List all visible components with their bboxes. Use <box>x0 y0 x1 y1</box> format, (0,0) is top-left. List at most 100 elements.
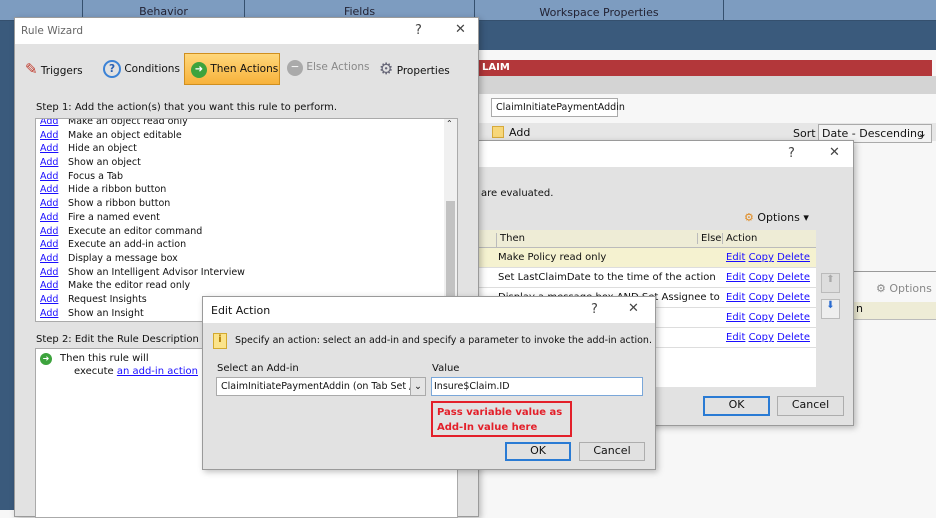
list-item: Add Make an object read only <box>40 119 245 130</box>
delete-link[interactable]: Delete <box>777 332 810 343</box>
table-header: Then Else Action <box>479 230 816 248</box>
sort-value: Date - Descending <box>822 127 925 140</box>
add-action-link[interactable]: Add <box>40 143 68 154</box>
action-label: Fire a named event <box>68 211 160 223</box>
col-action: Action <box>722 233 757 244</box>
gear-icon: ⚙ <box>744 211 754 224</box>
add-action-link[interactable]: Add <box>40 119 68 127</box>
copy-link[interactable]: Copy <box>749 332 774 343</box>
delete-link[interactable]: Delete <box>777 272 810 283</box>
add-icon <box>492 126 504 138</box>
action-label: Display a message box <box>68 252 178 264</box>
action-label: Request Insights <box>68 293 147 305</box>
list-item: Add Show an Intelligent Advisor Interview <box>40 267 245 281</box>
right-panel-line <box>853 271 936 272</box>
add-action-link[interactable]: Add <box>40 184 68 195</box>
copy-link[interactable]: Copy <box>749 312 774 323</box>
tab-triggers[interactable]: ✎ Triggers <box>25 60 83 78</box>
edit-action-titlebar: Edit Action ? ✕ <box>203 297 655 323</box>
tab-then-actions[interactable]: ➜ Then Actions <box>184 53 280 85</box>
add-action-link[interactable]: Add <box>40 212 68 223</box>
action-label: Make the editor read only <box>68 280 191 292</box>
options-button[interactable]: ⚙ Options ▾ <box>744 211 809 224</box>
tab-properties[interactable]: ⚙ Properties <box>379 59 450 78</box>
add-action-link[interactable]: Add <box>40 267 68 278</box>
add-button[interactable]: Add <box>509 126 530 139</box>
col-then: Then <box>496 233 525 248</box>
delete-link[interactable]: Delete <box>777 252 810 263</box>
claim-banner: LAIM <box>478 60 932 76</box>
dialog-title: Edit Action <box>211 304 271 317</box>
copy-link[interactable]: Copy <box>749 292 774 303</box>
close-button[interactable]: ✕ <box>455 22 466 37</box>
question-icon: ? <box>103 60 121 78</box>
row-then: Make Policy read only <box>498 252 607 263</box>
move-up-button[interactable]: ⬆ <box>821 273 840 293</box>
add-action-link[interactable]: Add <box>40 294 68 305</box>
list-item: Add Hide a ribbon button <box>40 184 245 198</box>
add-action-link[interactable]: Add <box>40 130 68 141</box>
edit-link[interactable]: Edit <box>726 272 745 283</box>
addin-name-field[interactable]: ClaimInitiatePaymentAddin <box>491 98 625 117</box>
list-item: Add Show a ribbon button <box>40 198 245 212</box>
add-action-link[interactable]: Add <box>40 171 68 182</box>
cancel-button[interactable]: Cancel <box>777 396 844 416</box>
help-button[interactable]: ? <box>415 23 422 38</box>
move-down-button[interactable]: ⬇ <box>821 299 840 319</box>
close-button[interactable]: ✕ <box>628 301 639 316</box>
list-item: Add Make the editor read only <box>40 280 245 294</box>
edit-link[interactable]: Edit <box>726 292 745 303</box>
list-item: Add Execute an editor command <box>40 226 245 240</box>
cancel-button[interactable]: Cancel <box>579 442 645 461</box>
add-action-link[interactable]: Add <box>40 253 68 264</box>
list-item: Add Make an object editable <box>40 130 245 144</box>
rules-note: are evaluated. <box>481 188 554 199</box>
value-input[interactable]: Insure$Claim.ID <box>431 377 643 396</box>
triggers-icon: ✎ <box>25 60 38 78</box>
desc-line1: Then this rule will <box>60 353 149 364</box>
tab-workspace-properties[interactable]: Workspace Properties <box>474 0 724 20</box>
delete-link[interactable]: Delete <box>777 292 810 303</box>
tab-conditions[interactable]: ? Conditions <box>103 60 180 78</box>
table-row[interactable]: Make Policy read only Edit Copy Delete <box>479 248 816 268</box>
add-action-link[interactable]: Add <box>40 157 68 168</box>
add-action-link[interactable]: Add <box>40 308 68 319</box>
table-row[interactable]: Set LastClaimDate to the time of the act… <box>479 268 816 288</box>
minus-icon: − <box>287 60 303 76</box>
scrollbar[interactable]: ⌃ <box>444 119 457 321</box>
copy-link[interactable]: Copy <box>749 272 774 283</box>
action-label: Execute an editor command <box>68 225 203 237</box>
scrollbar-thumb[interactable] <box>446 201 455 311</box>
options-icon: ⚙ <box>876 282 886 295</box>
right-options-button[interactable]: ⚙ Options <box>876 282 932 295</box>
dialog-title: Rule Wizard <box>21 25 84 37</box>
ok-button[interactable]: OK <box>703 396 770 416</box>
edit-link[interactable]: Edit <box>726 332 745 343</box>
copy-link[interactable]: Copy <box>749 252 774 263</box>
row-then: Set LastClaimDate to the time of the act… <box>498 272 716 283</box>
action-label: Show an object <box>68 157 141 169</box>
scroll-up-icon[interactable]: ⌃ <box>446 119 453 128</box>
right-table-header: n <box>853 302 936 320</box>
edit-link[interactable]: Edit <box>726 312 745 323</box>
action-label: Focus a Tab <box>68 170 124 182</box>
edit-link[interactable]: Edit <box>726 252 745 263</box>
tab-else-actions[interactable]: − Else Actions <box>287 60 370 76</box>
step2-label: Step 2: Edit the Rule Description (click <box>36 334 229 345</box>
edit-action-dialog: Edit Action ? ✕ i Specify an action: sel… <box>202 296 656 470</box>
ok-button[interactable]: OK <box>505 442 571 461</box>
close-button[interactable]: ✕ <box>829 145 840 160</box>
chevron-down-icon: ⌄ <box>410 378 425 395</box>
add-action-link[interactable]: Add <box>40 239 68 250</box>
add-in-action-link[interactable]: an add-in action <box>117 366 198 377</box>
help-button[interactable]: ? <box>591 302 598 317</box>
help-button[interactable]: ? <box>788 146 795 161</box>
list-item: Add Fire a named event <box>40 212 245 226</box>
add-action-link[interactable]: Add <box>40 226 68 237</box>
add-action-link[interactable]: Add <box>40 280 68 291</box>
list-item: Add Execute an add-in action <box>40 239 245 253</box>
delete-link[interactable]: Delete <box>777 312 810 323</box>
addin-select[interactable]: ClaimInitiatePaymentAddin (on Tab Set / … <box>216 377 426 396</box>
action-label: Hide a ribbon button <box>68 184 167 196</box>
add-action-link[interactable]: Add <box>40 198 68 209</box>
